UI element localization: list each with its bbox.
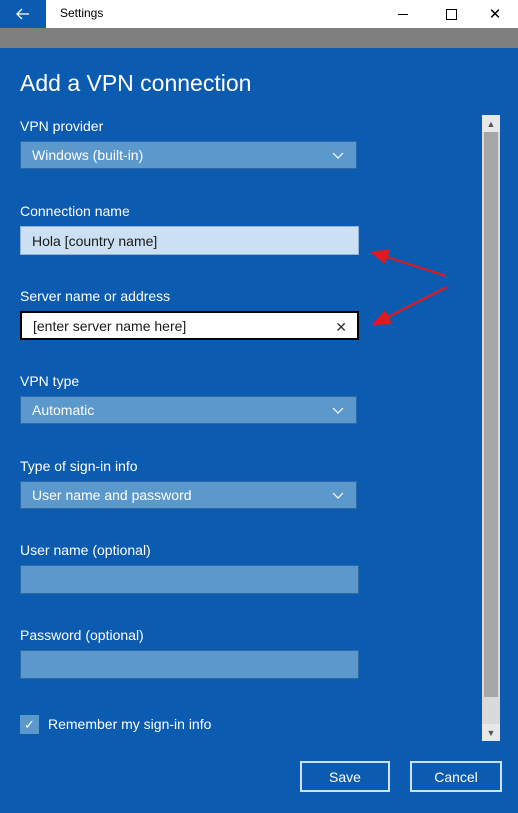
clear-icon[interactable]: ✕	[335, 319, 347, 336]
connection-name-input[interactable]: Hola [country name]	[20, 226, 359, 255]
signin-type-label: Type of sign-in info	[20, 458, 138, 474]
chevron-down-icon	[332, 492, 344, 499]
server-label: Server name or address	[20, 288, 171, 304]
cancel-button[interactable]: Cancel	[410, 761, 502, 792]
checkmark-icon: ✓	[24, 716, 35, 732]
minimize-icon	[398, 13, 408, 15]
vpn-type-label: VPN type	[20, 373, 80, 389]
signin-type-value: User name and password	[32, 487, 192, 503]
connection-name-label: Connection name	[20, 203, 130, 219]
maximize-icon	[445, 8, 457, 20]
username-input[interactable]	[20, 565, 359, 594]
vpn-type-dropdown[interactable]: Automatic	[20, 396, 357, 424]
remember-checkbox[interactable]: ✓	[20, 715, 39, 734]
signin-type-dropdown[interactable]: User name and password	[20, 481, 357, 509]
arrow-left-icon	[16, 8, 29, 20]
server-value: [enter server name here]	[33, 317, 187, 334]
window-title: Settings	[60, 6, 104, 20]
remember-label[interactable]: Remember my sign-in info	[48, 716, 211, 732]
header-strip	[0, 28, 518, 48]
vpn-type-value: Automatic	[32, 402, 95, 418]
annotation-arrow-connection-name	[370, 249, 447, 278]
chevron-down-icon	[332, 152, 344, 159]
maximize-button[interactable]	[428, 0, 474, 28]
minimize-button[interactable]	[380, 0, 426, 28]
password-input[interactable]	[20, 650, 359, 679]
connection-name-value: Hola [country name]	[32, 232, 158, 249]
username-label: User name (optional)	[20, 542, 151, 558]
vpn-provider-label: VPN provider	[20, 118, 104, 134]
page-title: Add a VPN connection	[20, 70, 252, 96]
close-icon: ✕	[488, 5, 502, 23]
save-button[interactable]: Save	[300, 761, 390, 792]
scroll-up-arrow[interactable]: ▲	[482, 115, 500, 132]
chevron-down-icon	[332, 407, 344, 414]
scroll-down-arrow[interactable]: ▼	[482, 724, 500, 741]
scrollbar-thumb[interactable]	[484, 132, 498, 697]
close-button[interactable]: ✕	[472, 0, 518, 28]
server-input[interactable]: [enter server name here] ✕	[20, 311, 359, 340]
annotation-arrow-server	[372, 286, 448, 325]
password-label: Password (optional)	[20, 627, 144, 643]
back-button[interactable]	[0, 0, 46, 28]
vpn-provider-dropdown[interactable]: Windows (built-in)	[20, 141, 357, 169]
vpn-provider-value: Windows (built-in)	[32, 147, 144, 163]
title-bar: Settings ✕	[0, 0, 518, 28]
